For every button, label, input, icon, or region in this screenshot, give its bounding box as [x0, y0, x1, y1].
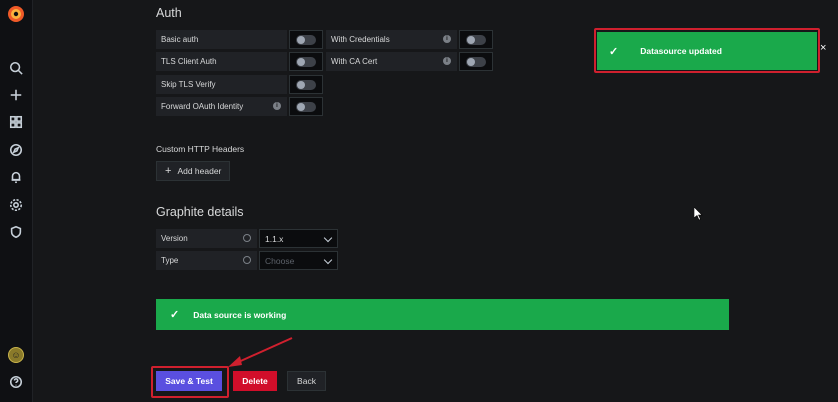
tls-client-auth-toggle[interactable]	[289, 52, 323, 71]
with-ca-cert-label-text: With CA Cert	[331, 57, 378, 66]
version-select[interactable]: 1.1.x	[259, 229, 338, 248]
info-icon[interactable]: i	[273, 102, 281, 110]
delete-button[interactable]: Delete	[233, 371, 277, 391]
add-header-button[interactable]: + Add header	[156, 161, 231, 181]
save-test-button[interactable]: Save & Test	[156, 371, 222, 391]
grafana-logo-icon[interactable]	[6, 4, 26, 24]
type-select[interactable]: Choose	[259, 251, 338, 270]
gear-icon[interactable]	[8, 197, 24, 213]
info-icon[interactable]: i	[443, 57, 451, 65]
version-select-value: 1.1.x	[265, 233, 284, 244]
chevron-down-icon	[323, 233, 333, 243]
info-icon[interactable]: i	[443, 35, 451, 43]
with-credentials-toggle[interactable]	[459, 30, 493, 49]
explore-icon[interactable]	[8, 142, 24, 158]
bell-icon[interactable]	[8, 169, 24, 185]
sidebar: ☺	[0, 0, 33, 402]
save-test-label: Save & Test	[165, 376, 213, 386]
toast-message: Datasource updated	[640, 46, 722, 56]
skip-tls-verify-toggle[interactable]	[289, 75, 323, 94]
add-header-label: Add header	[177, 166, 222, 176]
annotation-arrow	[228, 337, 293, 367]
search-icon[interactable]	[8, 60, 24, 76]
type-label: Type	[156, 251, 257, 270]
forward-oauth-toggle[interactable]	[289, 97, 323, 116]
toast-notification: ✓ Datasource updated	[597, 32, 817, 70]
toggle-switch	[296, 34, 316, 45]
help-icon[interactable]	[8, 374, 24, 390]
toggle-switch	[296, 56, 316, 67]
type-label-text: Type	[161, 256, 179, 265]
toggle-switch	[466, 56, 486, 67]
check-icon: ✓	[170, 309, 180, 321]
auth-section-title: Auth	[156, 6, 182, 20]
with-credentials-label-text: With Credentials	[331, 35, 390, 44]
info-icon[interactable]	[243, 234, 251, 242]
toggle-switch	[466, 34, 486, 45]
plus-icon[interactable]	[8, 87, 24, 103]
dashboards-icon[interactable]	[8, 114, 24, 130]
forward-oauth-label: Forward OAuth Identity i	[156, 97, 287, 116]
plus-icon: +	[165, 165, 172, 177]
version-label-text: Version	[161, 234, 188, 243]
tls-client-auth-label-text: TLS Client Auth	[161, 57, 217, 66]
delete-label: Delete	[242, 376, 268, 386]
with-ca-cert-toggle[interactable]	[459, 52, 493, 71]
basic-auth-toggle[interactable]	[289, 30, 323, 49]
basic-auth-label-text: Basic auth	[161, 35, 199, 44]
toggle-switch	[296, 101, 316, 112]
with-credentials-label: With Credentials i	[326, 30, 457, 49]
check-icon: ✓	[609, 45, 619, 58]
version-label: Version	[156, 229, 257, 248]
back-label: Back	[297, 376, 316, 386]
data-source-working-alert: ✓ Data source is working	[156, 299, 729, 330]
skip-tls-verify-label-text: Skip TLS Verify	[161, 80, 216, 89]
chevron-down-icon	[323, 255, 333, 265]
forward-oauth-label-text: Forward OAuth Identity	[161, 102, 244, 111]
toggle-switch	[296, 79, 316, 90]
type-select-placeholder: Choose	[265, 255, 295, 266]
alert-message: Data source is working	[193, 309, 287, 320]
user-avatar-icon[interactable]: ☺	[8, 347, 24, 363]
skip-tls-verify-label: Skip TLS Verify	[156, 75, 287, 94]
tls-client-auth-label: TLS Client Auth	[156, 52, 287, 71]
info-icon[interactable]	[243, 256, 251, 264]
graphite-section-title: Graphite details	[156, 205, 244, 219]
close-icon[interactable]: ×	[820, 42, 826, 54]
mouse-cursor-icon	[694, 207, 703, 221]
with-ca-cert-label: With CA Cert i	[326, 52, 457, 71]
back-button[interactable]: Back	[287, 371, 326, 391]
custom-headers-title: Custom HTTP Headers	[156, 144, 245, 154]
basic-auth-label: Basic auth	[156, 30, 287, 49]
shield-icon[interactable]	[8, 224, 24, 240]
